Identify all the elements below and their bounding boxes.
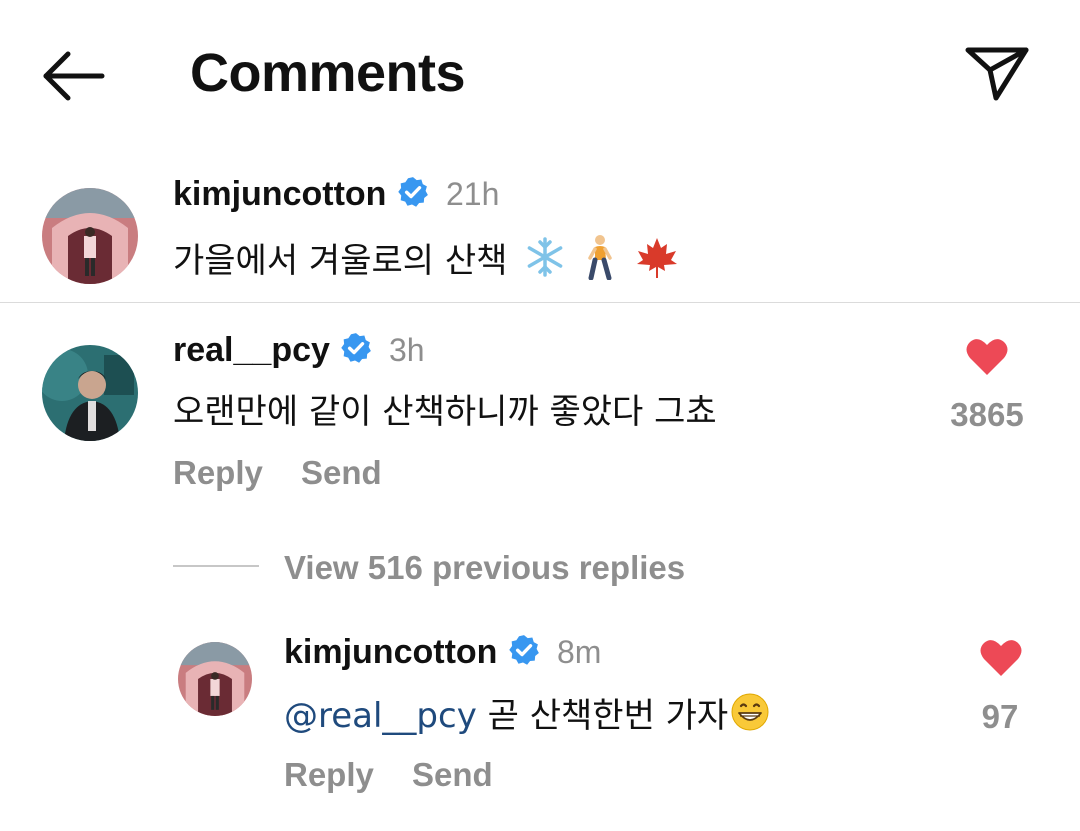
reply-button[interactable]: Reply xyxy=(284,755,374,795)
username-text[interactable]: kimjuncotton xyxy=(173,175,386,213)
walking-person-icon xyxy=(583,234,617,291)
view-previous-replies-button[interactable]: View 516 previous replies xyxy=(284,548,685,588)
avatar[interactable] xyxy=(178,642,252,716)
grinning-face-icon xyxy=(730,692,770,743)
like-heart-icon[interactable] xyxy=(965,337,1009,377)
page-title: Comments xyxy=(190,43,466,103)
direct-send-icon[interactable] xyxy=(962,42,1032,104)
comment-timestamp: 3h xyxy=(389,332,425,368)
maple-leaf-icon xyxy=(634,234,680,291)
verified-badge-icon xyxy=(396,175,430,218)
send-button[interactable]: Send xyxy=(412,755,493,795)
comment-username[interactable]: real__pcy xyxy=(173,330,373,374)
like-heart-icon[interactable] xyxy=(979,638,1023,678)
send-button[interactable]: Send xyxy=(301,453,382,493)
caption-text-body: 가을에서 겨울로의 산책 xyxy=(173,241,508,281)
caption-timestamp: 21h xyxy=(446,176,500,212)
avatar[interactable] xyxy=(42,188,138,284)
avatar[interactable] xyxy=(42,345,138,441)
caption-text: 가을에서 겨울로의 산책 xyxy=(173,234,680,291)
username-text[interactable]: real__pcy xyxy=(173,331,330,369)
back-arrow-icon[interactable] xyxy=(40,46,106,106)
verified-badge-icon xyxy=(339,331,373,374)
replies-divider-line xyxy=(173,565,259,567)
like-count: 3865 xyxy=(950,396,1024,433)
reply-text-body: 곧 산책한번 가자 xyxy=(476,696,729,736)
reply-button[interactable]: Reply xyxy=(173,453,263,493)
mention-link[interactable]: @real__pcy xyxy=(284,696,477,736)
divider xyxy=(0,302,1080,303)
reply-username[interactable]: kimjuncotton xyxy=(284,632,541,676)
username-text[interactable]: kimjuncotton xyxy=(284,633,497,671)
like-count: 97 xyxy=(981,698,1019,735)
reply-text: @real__pcy 곧 산책한번 가자 xyxy=(284,692,770,743)
verified-badge-icon xyxy=(507,633,541,676)
snowflake-icon xyxy=(524,236,566,289)
caption-username[interactable]: kimjuncotton xyxy=(173,174,430,218)
reply-timestamp: 8m xyxy=(557,634,602,670)
comment-text: 오랜만에 같이 산책하니까 좋았다 그쵸 xyxy=(173,392,717,432)
